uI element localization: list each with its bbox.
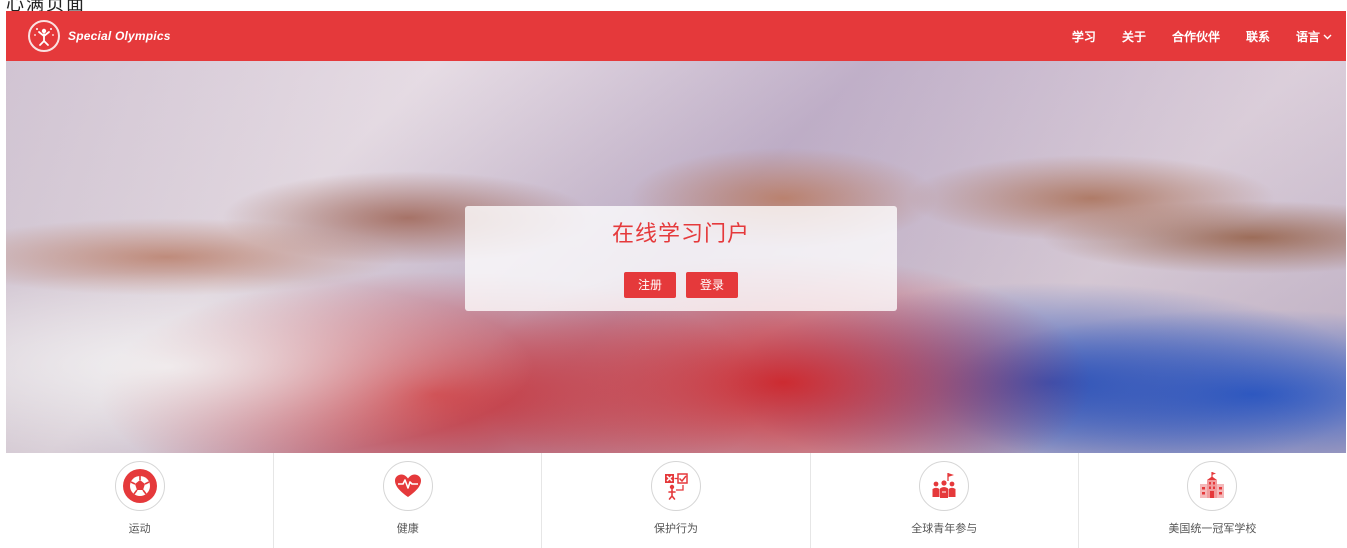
browser-tab-text: 心满页面 [6,0,86,11]
hero-banner: 在线学习门户 注册 登录 [6,61,1346,453]
register-button[interactable]: 注册 [623,272,676,298]
category-label: 美国统一冠军学校 [1168,522,1257,535]
site-logo[interactable]: Special Olympics [28,11,171,61]
login-button[interactable]: 登录 [686,272,739,298]
category-label: 运动 [128,522,151,535]
page: 心满页面 Special Olympics 学习 关于 合作伙伴 联系 语言 在… [0,0,1347,548]
site-header: Special Olympics 学习 关于 合作伙伴 联系 语言 [6,11,1346,61]
category-global-youth[interactable]: 全球青年参与 [811,453,1079,548]
hero-buttons: 注册 登录 [465,272,897,298]
heart-health-icon [382,461,433,511]
nav-item-contact[interactable]: 联系 [1246,28,1270,45]
category-label: 保护行为 [654,522,698,535]
nav-item-label: 关于 [1121,29,1146,44]
logo-text: Special Olympics [68,29,171,43]
youth-group-icon [919,461,970,511]
nav-item-learn[interactable]: 学习 [1072,28,1096,45]
hero-card: 在线学习门户 注册 登录 [465,206,897,311]
browser-tab-fragment: 心满页面 [0,0,150,11]
category-sports[interactable]: 运动 [6,453,275,548]
hero-title: 在线学习门户 [611,222,750,247]
protective-behavior-icon [651,461,701,511]
category-protective-behavior[interactable]: 保护行为 [542,453,811,548]
category-label: 全球青年参与 [911,522,978,535]
nav-item-label: 学习 [1071,29,1096,44]
soccer-ball-icon [114,461,165,511]
nav-item-label: 联系 [1245,29,1270,44]
category-unified-schools[interactable]: 美国统一冠军学校 [1079,453,1346,548]
nav-item-partners[interactable]: 合作伙伴 [1172,28,1220,45]
category-health[interactable]: 健康 [274,453,543,548]
category-row: 运动 健康 保护行为 全球青年参与 美国统一冠军学校 [6,453,1346,548]
school-icon [1187,461,1238,511]
nav-item-label: 合作伙伴 [1171,29,1220,44]
category-label: 健康 [396,522,419,535]
nav-item-label: 语言 [1295,29,1320,44]
nav-item-about[interactable]: 关于 [1122,28,1146,45]
chevron-down-icon [1323,29,1332,43]
nav-item-language[interactable]: 语言 [1296,28,1332,45]
main-nav: 学习 关于 合作伙伴 联系 语言 [1046,11,1332,61]
special-olympics-logo-icon [28,20,60,52]
